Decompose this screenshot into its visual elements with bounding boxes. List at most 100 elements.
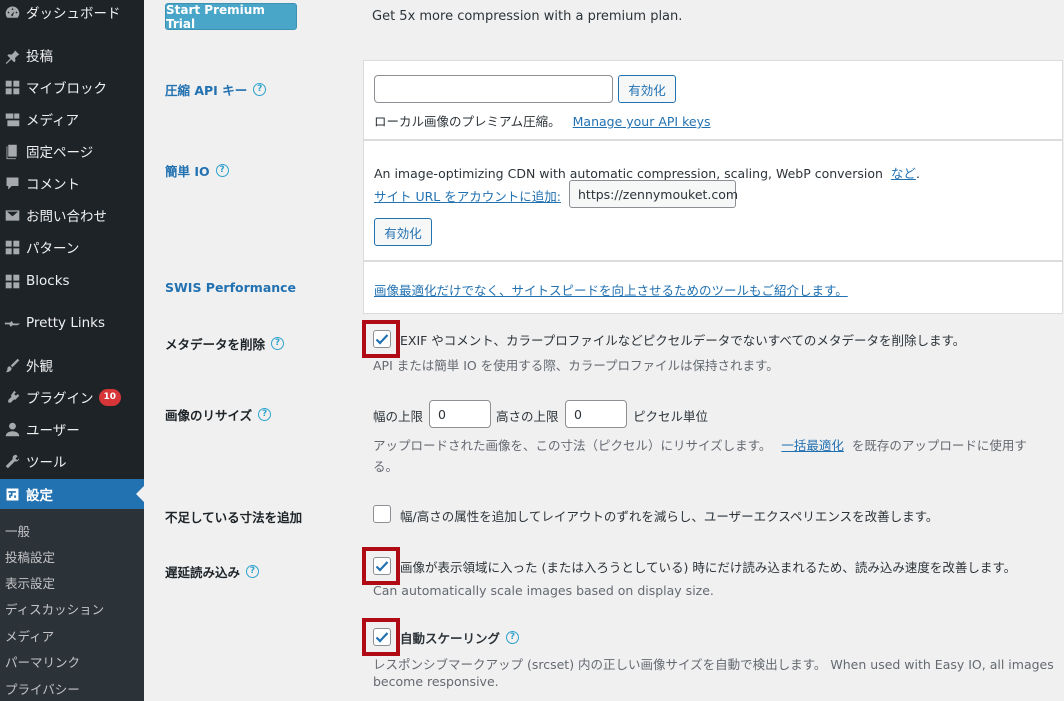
menu-label: 固定ページ [26, 145, 94, 161]
api-key-label[interactable]: 圧縮 API キー ? [165, 80, 267, 99]
resize-description-line2: る。 [373, 459, 399, 474]
easy-io-activate-button[interactable]: 有効化 [374, 218, 432, 246]
menu-label: コメント [26, 177, 80, 193]
menu-label: ダッシュボード [26, 6, 121, 22]
resize-desc-b: を既存のアップロードに使用す [851, 438, 1027, 453]
submenu-item-writing[interactable]: 投稿設定 [5, 547, 55, 566]
menu-item-posts[interactable]: 投稿 [0, 40, 144, 70]
remove-metadata-text: EXIF やコメント、カラープロファイルなどピクセルデータでないすべてのメタデー… [400, 333, 966, 348]
menu-item-dashboard[interactable]: ダッシュボード [0, 0, 144, 27]
menu-item-plugins[interactable]: プラグイン 10 [0, 382, 144, 412]
remove-metadata-checkbox[interactable] [373, 330, 391, 348]
submenu-item-reading[interactable]: 表示設定 [5, 573, 55, 592]
easy-io-label[interactable]: 簡単 IO ? [165, 161, 229, 180]
user-icon [0, 421, 26, 438]
submenu-item-permalinks[interactable]: パーマリンク [5, 652, 80, 671]
max-width-label: 幅の上限 [373, 409, 424, 424]
pretty-links-icon [0, 315, 26, 332]
menu-item-appearance[interactable]: 外観 [0, 350, 144, 380]
start-premium-trial-button[interactable]: Start Premium Trial [165, 3, 297, 31]
easy-io-more-link[interactable]: など [891, 166, 916, 181]
resize-images-label-text: 画像のリサイズ [165, 408, 253, 423]
menu-item-contact[interactable]: お問い合わせ [0, 200, 144, 230]
settings-icon [0, 486, 26, 503]
submenu-item-discussion[interactable]: ディスカッション [5, 599, 104, 618]
auto-scaling-checkbox[interactable] [373, 628, 391, 646]
help-icon[interactable]: ? [258, 408, 272, 421]
add-site-url-link[interactable]: サイト URL をアカウントに追加: [374, 186, 561, 205]
pixel-unit-label: ピクセル単位 [633, 409, 709, 424]
api-key-input[interactable] [374, 75, 613, 103]
menu-item-comments[interactable]: コメント [0, 168, 144, 198]
site-url-box[interactable]: https://zennymouket.com [569, 180, 738, 208]
menu-item-pages[interactable]: 固定ページ [0, 136, 144, 166]
help-icon[interactable]: ? [215, 164, 229, 177]
plugin-icon [0, 389, 26, 406]
comment-icon [0, 175, 26, 192]
add-dimensions-text: 幅/高さの属性を追加してレイアウトのずれを減らし、ユーザーエクスペリエンスを改善… [400, 509, 939, 524]
menu-item-media[interactable]: メディア [0, 104, 144, 134]
menu-item-users[interactable]: ユーザー [0, 414, 144, 444]
swis-link[interactable]: 画像最適化だけでなく、サイトスピードを向上させるためのツールもご紹介します。 [374, 280, 848, 299]
max-width-input[interactable]: 0 [429, 400, 491, 428]
max-height-label: 高さの上限 [496, 409, 559, 424]
add-dimensions-checkbox[interactable] [373, 505, 391, 523]
menu-label: メディア [26, 113, 80, 129]
max-height-input[interactable]: 0 [565, 400, 627, 428]
menu-label: ツール [26, 455, 67, 471]
auto-scaling-note-line1: レスポンシブマークアップ (srcset) 内の正しい画像サイズを自動で検出しま… [373, 657, 1054, 672]
submenu-item-general[interactable]: 一般 [5, 521, 30, 540]
page-icon [0, 143, 26, 160]
resize-images-label: 画像のリサイズ ? [165, 405, 272, 424]
menu-item-blocks[interactable]: Blocks [0, 266, 144, 296]
menu-item-my-blocks[interactable]: マイブロック [0, 72, 144, 102]
manage-api-keys-link[interactable]: Manage your API keys [573, 114, 711, 129]
checkmark-icon [375, 334, 389, 345]
submenu-item-media[interactable]: メディア [5, 626, 54, 645]
checkmark-icon [375, 632, 389, 643]
pin-icon [0, 47, 26, 64]
help-icon[interactable]: ? [253, 83, 267, 96]
grid-icon [0, 239, 26, 256]
menu-item-patterns[interactable]: パターン [0, 232, 144, 262]
mail-icon [0, 207, 26, 224]
swis-performance-label[interactable]: SWIS Performance [165, 280, 296, 295]
api-key-panel: 有効化 ローカル画像のプレミアム圧縮。 Manage your API keys [363, 60, 1063, 140]
premium-note: Get 5x more compression with a premium p… [372, 9, 683, 24]
easy-io-panel: An image-optimizing CDN with automatic c… [363, 140, 1063, 261]
menu-label: Pretty Links [26, 315, 106, 331]
update-count-badge: 10 [98, 388, 122, 406]
menu-item-settings[interactable]: 設定 [0, 479, 144, 509]
lazy-load-checkbox[interactable] [373, 557, 391, 575]
swis-label-text: SWIS Performance [165, 280, 297, 295]
submenu-item-privacy[interactable]: プライバシー [5, 679, 80, 698]
menu-item-pretty-links[interactable]: Pretty Links [0, 308, 144, 338]
dashboard-icon [0, 4, 26, 21]
add-dimensions-label: 不足している寸法を追加 [165, 507, 302, 526]
grid-icon [0, 79, 26, 96]
settings-submenu: 一般 投稿設定 表示設定 ディスカッション メディア パーマリンク プライバシー [0, 509, 144, 701]
current-menu-arrow [136, 486, 144, 502]
help-icon[interactable]: ? [506, 631, 520, 644]
bulk-optimize-link[interactable]: 一括最適化 [781, 438, 844, 453]
grid-icon [0, 273, 26, 290]
auto-scaling-note-line2: become responsive. [373, 674, 499, 689]
menu-label: マイブロック [26, 81, 107, 97]
swis-panel: 画像最適化だけでなく、サイトスピードを向上させるためのツールもご紹介します。 [363, 261, 1063, 314]
easy-io-label-text: 簡単 IO [165, 164, 210, 179]
api-key-description: ローカル画像のプレミアム圧縮。 Manage your API keys [374, 111, 710, 130]
resize-description: アップロードされた画像を、この寸法（ピクセル）にリサイズします。 一括最適化 を… [373, 435, 1027, 454]
menu-item-tools[interactable]: ツール [0, 446, 144, 476]
easy-io-description-text: An image-optimizing CDN with automatic c… [374, 166, 883, 181]
auto-scaling-label-text: 自動スケーリング [400, 631, 501, 646]
remove-metadata-label: メタデータを削除 ? [165, 334, 285, 353]
help-icon[interactable]: ? [246, 565, 260, 578]
menu-label: 投稿 [26, 49, 53, 65]
menu-label: ユーザー [26, 423, 80, 439]
help-icon[interactable]: ? [271, 337, 285, 350]
api-key-activate-button[interactable]: 有効化 [618, 75, 676, 103]
lazy-load-note: Can automatically scale images based on … [373, 583, 714, 598]
menu-label: Blocks [26, 273, 70, 289]
media-icon [0, 111, 26, 128]
checkmark-icon [375, 561, 389, 572]
